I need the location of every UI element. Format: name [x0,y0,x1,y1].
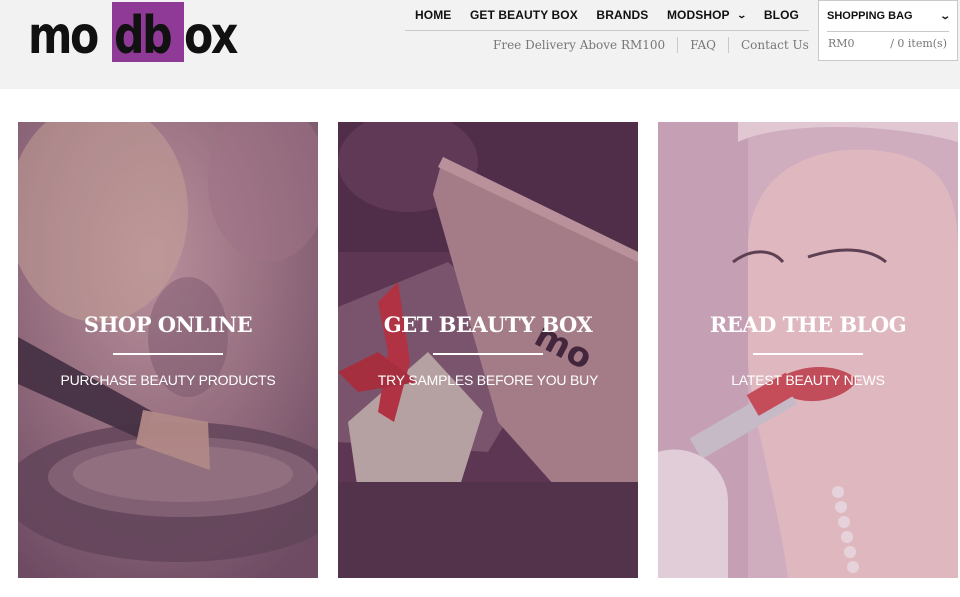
panel-title: SHOP ONLINE [83,312,253,337]
logo-text-left: mo [28,6,99,66]
contact-link[interactable]: Contact Us [741,38,809,52]
panel-subtitle: TRY SAMPLES BEFORE YOU BUY [377,372,599,388]
chevron-down-icon: ⌄ [736,9,747,20]
lipstick-model-photo [658,122,958,578]
shopping-bag-header[interactable]: SHOPPING BAG ⌄ [827,1,951,32]
panel-subtitle: PURCHASE BEAUTY PRODUCTS [60,372,276,388]
bag-total: RM0 [828,37,855,50]
divider [677,37,679,53]
utility-nav: Free Delivery Above RM100 FAQ Contact Us [493,36,809,54]
nav-get-beauty-box[interactable]: GET BEAUTY BOX [470,8,578,22]
site-logo[interactable]: mo db ox [28,2,248,62]
logo-text-middle: db [113,6,173,66]
panel-divider [113,353,223,355]
shopping-bag-title: SHOPPING BAG [827,10,913,22]
divider [727,37,729,53]
site-header: mo db ox HOME GET BEAUTY BOX BRANDS MODS… [0,0,960,89]
logo-highlight-box: db [111,2,185,66]
nav-brands[interactable]: BRANDS [596,8,648,22]
panel-title: READ THE BLOG [709,312,907,337]
panel-subtitle: LATEST BEAUTY NEWS [731,372,885,388]
nav-home[interactable]: HOME [415,8,451,22]
panel-get-beauty-box[interactable]: mo GET BEAUTY BOX TRY SAMPLES BEFORE YOU… [338,122,638,578]
panel-divider [753,353,863,355]
panel-title: GET BEAUTY BOX [383,312,593,337]
nav-modshop-label: MODSHOP [666,8,730,22]
makeup-brush-photo [18,122,318,578]
gift-box-photo: mo [338,122,638,578]
faq-link[interactable]: FAQ [690,38,716,52]
logo-text-right: ox [184,6,238,66]
nav-blog[interactable]: BLOG [764,8,799,22]
nav-modshop[interactable]: MODSHOP ⌄ [666,8,747,22]
shopping-bag[interactable]: SHOPPING BAG ⌄ RM0 / 0 item(s) [818,0,958,61]
panel-read-the-blog[interactable]: READ THE BLOG LATEST BEAUTY NEWS [658,122,958,578]
panel-shop-online[interactable]: SHOP ONLINE PURCHASE BEAUTY PRODUCTS [18,122,318,578]
shopping-bag-summary: RM0 / 0 item(s) [828,37,947,50]
panel-divider [433,353,543,355]
free-delivery-notice: Free Delivery Above RM100 [493,38,666,52]
chevron-down-icon: ⌄ [938,10,951,22]
main-nav: HOME GET BEAUTY BOX BRANDS MODSHOP ⌄ BLO… [405,0,809,31]
bag-item-count: / 0 item(s) [890,37,947,50]
